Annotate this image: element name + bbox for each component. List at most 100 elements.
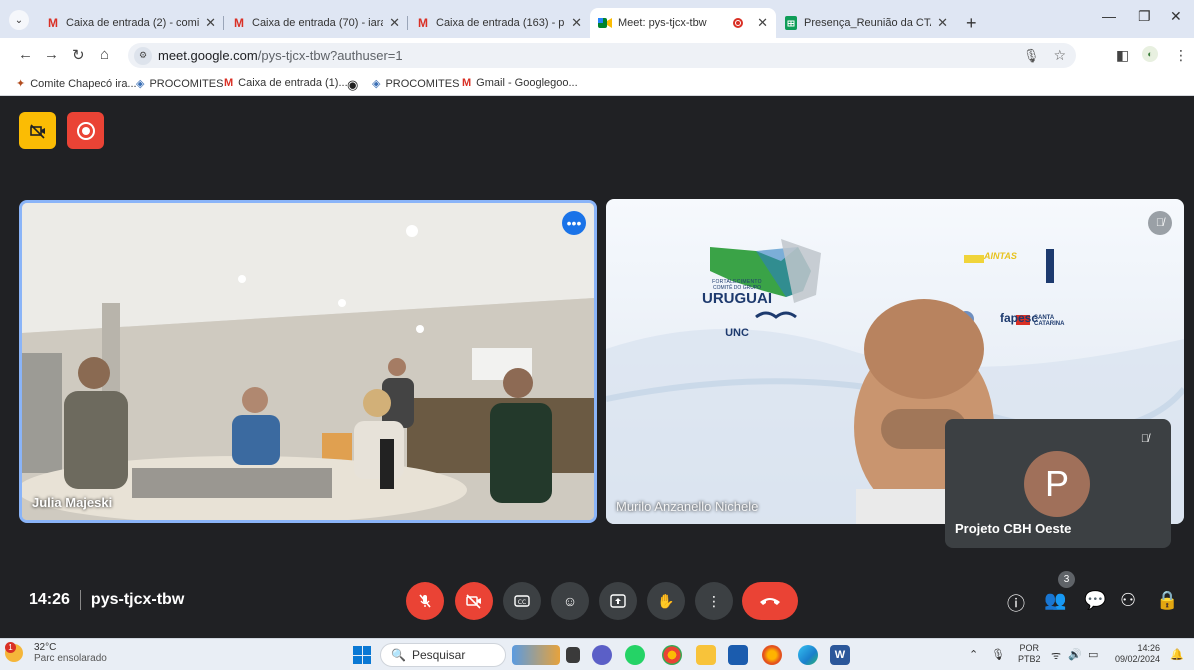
raise-hand-button[interactable]: ✋: [647, 582, 685, 620]
wifi-icon[interactable]: ᯤ: [1051, 648, 1061, 663]
minimize-icon[interactable]: —: [1102, 8, 1116, 24]
present-screen-button[interactable]: [599, 582, 637, 620]
file-explorer-icon[interactable]: [696, 645, 716, 665]
tab-title: Presença_Reunião da CTAIA_CB: [804, 17, 931, 29]
close-tab-icon[interactable]: ✕: [937, 15, 948, 31]
store-icon[interactable]: [728, 645, 748, 665]
chat-icon[interactable]: 💬: [1084, 590, 1106, 611]
new-tab-button[interactable]: +: [958, 8, 984, 38]
people-icon[interactable]: 👥: [1044, 590, 1066, 611]
captions-button[interactable]: CC: [503, 582, 541, 620]
gmail-icon: M: [418, 16, 428, 30]
gmail-icon: M: [224, 77, 234, 89]
notifications-bell-icon[interactable]: 🔔: [1170, 648, 1184, 661]
meet-icon: [598, 16, 612, 30]
browser-tab-gmail-2[interactable]: M Caixa de entrada (70) - iaraveza ✕: [224, 8, 408, 38]
closed-captions-icon: CC: [514, 595, 530, 607]
participant-name: Julia Majeski: [32, 495, 113, 510]
browser-tab-gmail-3[interactable]: M Caixa de entrada (163) - projeto ✕: [408, 8, 590, 38]
bookmark-item[interactable]: ◈ PROCOMITES: [136, 77, 223, 91]
meet-area: ••• Julia Majeski FORTALECIMENTO COMITÊ …: [0, 97, 1194, 638]
close-window-icon[interactable]: ✕: [1170, 8, 1182, 25]
camera-toggle-button[interactable]: [455, 582, 493, 620]
meeting-details-icon[interactable]: ⓘ: [1007, 590, 1025, 616]
participant-tile-self[interactable]: 🎙̸ P Projeto CBH Oeste: [945, 419, 1171, 548]
santa-catarina-logo: SANTA CATARINA: [1034, 315, 1065, 327]
host-controls-icon[interactable]: 🔒: [1156, 590, 1178, 611]
gmail-icon: M: [234, 16, 244, 30]
more-options-button[interactable]: ⋮: [695, 582, 733, 620]
firefox-icon[interactable]: [762, 645, 782, 665]
reactions-button[interactable]: ☺: [551, 582, 589, 620]
mic-off-icon: [419, 594, 431, 608]
start-button[interactable]: [353, 646, 371, 664]
browser-tab-sheets[interactable]: Presença_Reunião da CTAIA_CB ✕: [776, 8, 956, 38]
whatsapp-icon[interactable]: [625, 645, 645, 665]
widgets-app-icon[interactable]: [512, 645, 560, 665]
address-bar[interactable]: ⚙ meet.google.com/pys-tjcx-tbw?authuser=…: [128, 43, 1076, 68]
bookmark-icon: ✦: [16, 78, 26, 90]
mic-toggle-button[interactable]: [406, 582, 444, 620]
close-tab-icon[interactable]: ✕: [205, 15, 216, 31]
gmail-icon: M: [48, 16, 58, 30]
browser-tab-gmail-1[interactable]: M Caixa de entrada (2) - comitech ✕: [38, 8, 224, 38]
weather-widget[interactable]: 32°C Parc ensolarado: [22, 642, 107, 664]
microphone-tray-icon[interactable]: 🎙: [991, 648, 1005, 661]
word-icon[interactable]: W: [830, 645, 850, 665]
notification-badge: 1: [5, 642, 16, 653]
recording-indicator-icon: [733, 18, 744, 28]
fapesc-logo: fapesc: [1000, 311, 1039, 325]
meeting-time: 14:26: [29, 591, 70, 608]
teams-chat-icon[interactable]: [592, 645, 612, 665]
battery-icon[interactable]: ▭: [1088, 648, 1098, 661]
recording-button[interactable]: [67, 112, 104, 149]
leave-call-button[interactable]: [742, 582, 798, 620]
microphone-in-use-icon[interactable]: 🎙: [1023, 48, 1040, 64]
tab-title: Caixa de entrada (163) - projeto: [436, 17, 565, 29]
globe-icon: ◉: [347, 77, 359, 92]
bookmark-item[interactable]: ◉: [347, 77, 363, 93]
menu-kebab-icon[interactable]: ⋮: [1174, 47, 1188, 64]
restore-icon[interactable]: ❐: [1138, 8, 1151, 25]
participant-name: Murilo Anzanello Nichele: [616, 499, 759, 514]
bookmark-item[interactable]: ✦ Comite Chapecó ira...: [16, 77, 137, 91]
bookmark-item[interactable]: ◈ PROCOMITES: [372, 77, 459, 91]
aintas-logo: AINTAS: [984, 251, 1017, 261]
volume-icon[interactable]: 🔊: [1068, 648, 1082, 661]
participant-tile-julia[interactable]: ••• Julia Majeski: [19, 200, 597, 523]
close-tab-icon[interactable]: ✕: [389, 15, 400, 31]
url-path: /pys-tjcx-tbw?authuser=1: [257, 48, 403, 63]
bookmark-item[interactable]: M Caixa de entrada (1)...: [224, 77, 348, 89]
more-options-icon[interactable]: •••: [562, 211, 586, 235]
show-hidden-icons-icon[interactable]: ⌃: [969, 648, 978, 661]
search-icon: 🔍: [391, 648, 406, 662]
bookmarks-bar: ✦ Comite Chapecó ira... ◈ PROCOMITES M Caix…: [0, 72, 1194, 96]
hang-up-icon: [760, 598, 780, 605]
close-tab-icon[interactable]: ✕: [571, 15, 582, 31]
language-indicator[interactable]: POR PTB2: [1018, 643, 1041, 665]
profile-avatar[interactable]: ◐: [1142, 46, 1158, 62]
emoji-icon: ☺: [562, 593, 578, 609]
tab-search-button[interactable]: ⌄: [9, 10, 29, 30]
home-icon[interactable]: ⌂: [100, 46, 109, 63]
camera-off-notice-button[interactable]: [19, 112, 56, 149]
hand-icon: ✋: [657, 592, 675, 609]
bookmark-item[interactable]: M Gmail - Googlegoo...: [462, 77, 578, 89]
reload-icon[interactable]: ↻: [72, 46, 85, 64]
site-info-icon[interactable]: ⚙: [134, 46, 152, 65]
back-icon[interactable]: ←: [18, 46, 33, 63]
close-tab-icon[interactable]: ✕: [757, 15, 768, 31]
taskbar-search[interactable]: 🔍 Pesquisar: [380, 643, 506, 667]
chrome-icon[interactable]: [662, 645, 682, 665]
tab-title: Caixa de entrada (70) - iaraveza: [252, 17, 383, 29]
procomites-icon: ◈: [372, 78, 381, 90]
meeting-code: pys-tjcx-tbw: [90, 591, 185, 608]
activities-icon[interactable]: ⚇: [1120, 590, 1136, 611]
taskview-icon[interactable]: [566, 647, 580, 663]
browser-tab-meet[interactable]: Meet: pys-tjcx-tbw ✕: [590, 8, 776, 38]
system-clock[interactable]: 14:26 09/02/2024: [1110, 643, 1160, 665]
side-panel-icon[interactable]: ◧: [1116, 47, 1129, 64]
forward-icon[interactable]: →: [44, 46, 59, 63]
edge-icon[interactable]: [798, 645, 818, 665]
bookmark-star-icon[interactable]: ☆: [1053, 47, 1066, 64]
